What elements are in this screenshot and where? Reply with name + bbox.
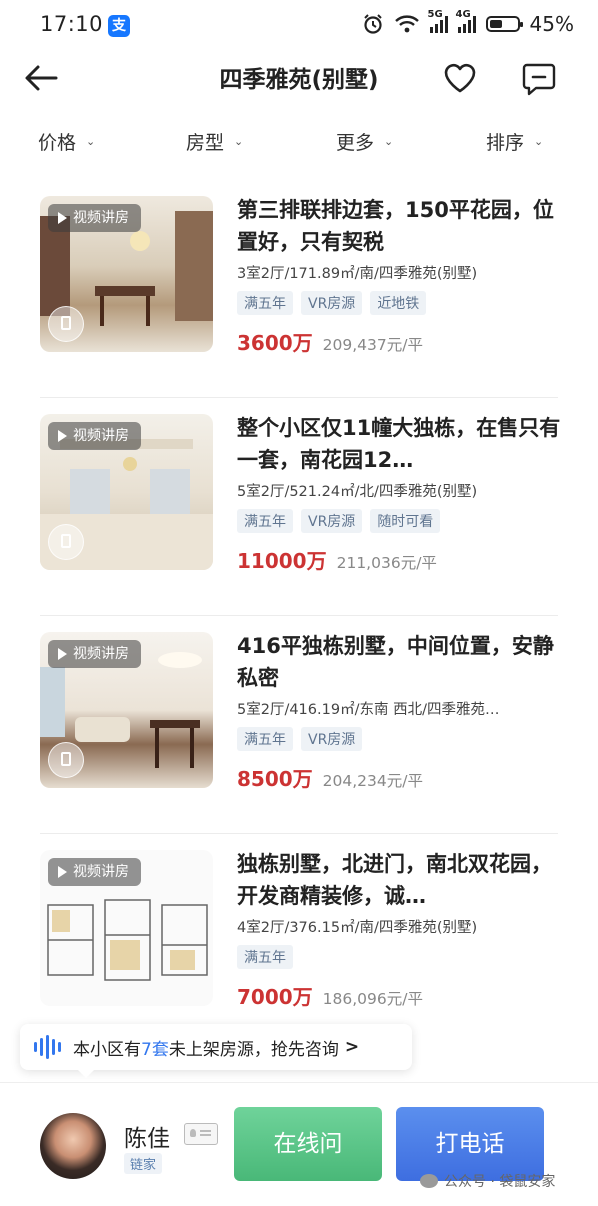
vr-icon[interactable] (48, 306, 84, 342)
filter-layout[interactable]: 房型 ⌄ (186, 128, 243, 155)
video-badge: 视频讲房 (48, 422, 141, 450)
listing-item[interactable]: 视频讲房 整个小区仅11幢大独栋，在售只有一套，南花园12… 5室2厅/521.… (0, 398, 598, 616)
listing-unit-price: 211,036元/平 (336, 554, 437, 572)
listing-photo[interactable]: 视频讲房 (40, 632, 213, 788)
listing-price: 3600万 (237, 331, 313, 355)
tag: 近地铁 (370, 291, 427, 315)
agent-name: 陈佳 (124, 1126, 170, 1152)
listing-item[interactable]: 视频讲房 独栋别墅，北进门，南北双花园，开发商精装修，诚… 4室2厅/376.1… (0, 834, 598, 1052)
listing-tags: 满五年 VR房源 (237, 727, 562, 751)
listing-item[interactable]: 视频讲房 第三排联排边套，150平花园，位置好，只有契税 3室2厅/171.89… (0, 180, 598, 398)
play-icon (58, 430, 67, 442)
filter-bar: 价格 ⌄ 房型 ⌄ 更多 ⌄ 排序 ⌄ (0, 118, 598, 166)
signal-4g-icon: 4G (456, 9, 476, 33)
tag: 随时可看 (370, 509, 441, 533)
battery-percent: 45% (529, 12, 574, 36)
vr-icon[interactable] (48, 742, 84, 778)
battery-icon (485, 16, 523, 32)
listing-title: 416平独栋别墅，中间位置，安静私密 (237, 634, 554, 690)
listing-photo[interactable]: 视频讲房 (40, 850, 213, 1006)
unlisted-listings-banner[interactable]: 本小区有 7套 未上架房源，抢先咨询 > (20, 1024, 412, 1078)
call-button[interactable]: 打电话 (396, 1107, 544, 1181)
banner-count: 7套 (141, 1039, 169, 1060)
agent-avatar[interactable] (40, 1113, 106, 1179)
clock: 17:10 (40, 12, 104, 36)
wechat-icon (420, 1174, 438, 1188)
wifi-icon (394, 15, 419, 33)
play-icon (58, 866, 67, 878)
listing-price: 11000万 (237, 549, 327, 573)
listing-detail: 5室2厅/416.19㎡/东南 西北/四季雅苑… (237, 702, 500, 718)
listing-title: 第三排联排边套，150平花园，位置好，只有契税 (237, 198, 554, 254)
favorite-heart-icon[interactable] (442, 60, 478, 96)
agent-company: 链家 (124, 1153, 163, 1174)
filter-more[interactable]: 更多 ⌄ (336, 128, 393, 155)
tag: 满五年 (237, 945, 293, 969)
listing-tags: 满五年 (237, 945, 562, 969)
nav-bar: 四季雅苑(别墅) (0, 50, 598, 108)
play-icon (58, 648, 67, 660)
listing-unit-price: 204,234元/平 (322, 772, 423, 790)
voice-wave-icon (34, 1035, 61, 1059)
filter-price[interactable]: 价格 ⌄ (38, 128, 95, 155)
video-badge: 视频讲房 (48, 640, 141, 668)
listing-detail: 3室2厅/171.89㎡/南/四季雅苑(别墅) (237, 266, 478, 282)
listing-detail: 4室2厅/376.15㎡/南/四季雅苑(别墅) (237, 920, 478, 936)
alarm-icon (363, 14, 382, 34)
listing-unit-price: 209,437元/平 (322, 336, 423, 354)
chevron-down-icon: ⌄ (234, 135, 244, 148)
listing-price: 8500万 (237, 767, 313, 791)
tag: 满五年 (237, 727, 293, 751)
chevron-down-icon: ⌄ (534, 135, 544, 148)
listing-tags: 满五年 VR房源 随时可看 (237, 509, 562, 533)
play-icon (58, 212, 67, 224)
listing-unit-price: 186,096元/平 (322, 990, 423, 1008)
status-icons: 5G 4G 45% (362, 9, 574, 36)
listing-detail: 5室2厅/521.24㎡/北/四季雅苑(别墅) (237, 484, 478, 500)
listing-price: 7000万 (237, 985, 313, 1009)
listing-item[interactable]: 视频讲房 416平独栋别墅，中间位置，安静私密 5室2厅/416.19㎡/东南 … (0, 616, 598, 834)
video-badge: 视频讲房 (48, 204, 141, 232)
page-title: 四季雅苑(别墅) (219, 67, 379, 93)
video-badge: 视频讲房 (48, 858, 141, 886)
watermark: 公众号 · 袋鼠安家 (420, 1171, 555, 1191)
listing-tags: 满五年 VR房源 近地铁 (237, 291, 562, 315)
listing-photo[interactable]: 视频讲房 (40, 196, 213, 352)
online-chat-button[interactable]: 在线问 (234, 1107, 382, 1181)
listing-title: 独栋别墅，北进门，南北双花园，开发商精装修，诚… (237, 852, 552, 908)
chevron-right-icon: > (344, 1037, 360, 1057)
tag: VR房源 (301, 291, 363, 315)
tag: VR房源 (301, 727, 363, 751)
bottom-action-bar: 陈佳 链家 在线问 打电话 公众号 · 袋鼠安家 (0, 1082, 598, 1206)
business-card-icon[interactable] (184, 1123, 218, 1145)
chevron-down-icon: ⌄ (384, 135, 394, 148)
message-icon[interactable] (520, 60, 558, 98)
banner-text-post: 未上架房源，抢先咨询 (168, 1039, 339, 1060)
vr-icon[interactable] (48, 524, 84, 560)
tag: VR房源 (301, 509, 363, 533)
listing-title: 整个小区仅11幢大独栋，在售只有一套，南花园12… (237, 416, 561, 472)
alipay-icon: 支 (108, 15, 130, 37)
signal-5g-icon: 5G (428, 9, 448, 33)
tag: 满五年 (237, 291, 293, 315)
chevron-down-icon: ⌄ (86, 135, 96, 148)
filter-sort[interactable]: 排序 ⌄ (486, 128, 543, 155)
tag: 满五年 (237, 509, 293, 533)
status-bar: 17:10 支 5G 4G 45% (0, 0, 598, 50)
banner-text-pre: 本小区有 (73, 1039, 141, 1060)
listing-photo[interactable]: 视频讲房 (40, 414, 213, 570)
